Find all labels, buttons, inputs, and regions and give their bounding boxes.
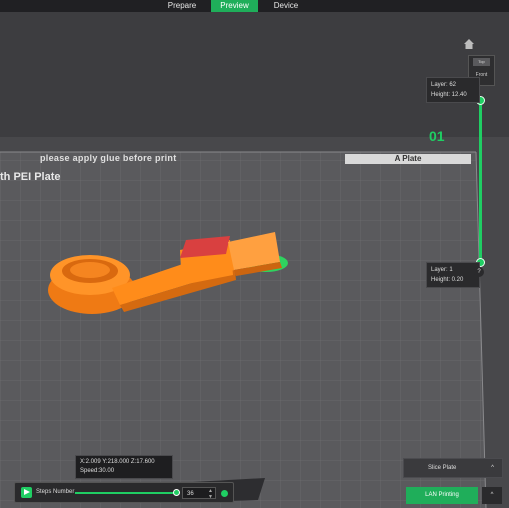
lan-printing-button[interactable]: LAN Printing [406, 487, 478, 504]
plate-grid [0, 152, 486, 508]
toolhead-position-readout: X:2.009 Y:218.000 Z:17.600 Speed:30.00 [75, 455, 173, 479]
chevron-up-icon[interactable]: ^ [491, 459, 494, 477]
print-options-chevron-icon[interactable]: ^ [482, 487, 502, 504]
bottom-layer-number: Layer: 1 [431, 267, 453, 273]
plate-type-label: th PEI Plate [0, 171, 61, 183]
steps-spinner-icon[interactable]: ▲ ▼ [208, 488, 213, 500]
tab-preview[interactable]: Preview [211, 0, 258, 12]
tab-prepare[interactable]: Prepare [156, 0, 208, 12]
top-tab-bar: Prepare Preview Device [0, 0, 509, 12]
home-icon[interactable] [462, 37, 476, 51]
slice-plate-label: Slice Plate [428, 465, 457, 471]
slice-plate-button[interactable]: Slice Plate ^ [403, 458, 503, 478]
steps-number-label: Steps Number [36, 489, 75, 495]
steps-number-input[interactable]: 36 ▲ ▼ [182, 487, 216, 500]
layer-slider-track[interactable] [479, 100, 482, 262]
steps-end-marker [221, 490, 228, 497]
help-icon[interactable]: ? [474, 267, 484, 277]
top-layer-number: Layer: 62 [431, 82, 457, 88]
play-button[interactable] [21, 487, 32, 498]
moves-slider-bar: Steps Number 36 ▲ ▼ [14, 482, 234, 503]
position-xyz: X:2.009 Y:218.000 Z:17.600 [80, 459, 155, 465]
top-layer-info: Layer: 62 Height: 12.40 [426, 77, 480, 103]
steps-slider-handle[interactable] [173, 489, 180, 496]
tab-device[interactable]: Device [262, 0, 310, 12]
plate-glue-notice: please apply glue before print [40, 153, 177, 163]
bottom-layer-info: Layer: 1 Height: 0.20 [426, 262, 480, 288]
bottom-layer-height: Height: 0.20 [431, 277, 464, 283]
3d-viewport[interactable]: Top Front Layer: 62 Height: 12.40 Layer:… [0, 12, 509, 508]
top-layer-height: Height: 12.40 [431, 92, 467, 98]
steps-number-value: 36 [187, 491, 194, 497]
view-cube-top[interactable]: Top [473, 58, 490, 66]
plate-name[interactable]: A Plate [345, 154, 471, 164]
position-speed: Speed:30.00 [80, 468, 115, 474]
steps-slider-track[interactable] [75, 492, 179, 494]
plate-number: 01 [429, 128, 445, 144]
